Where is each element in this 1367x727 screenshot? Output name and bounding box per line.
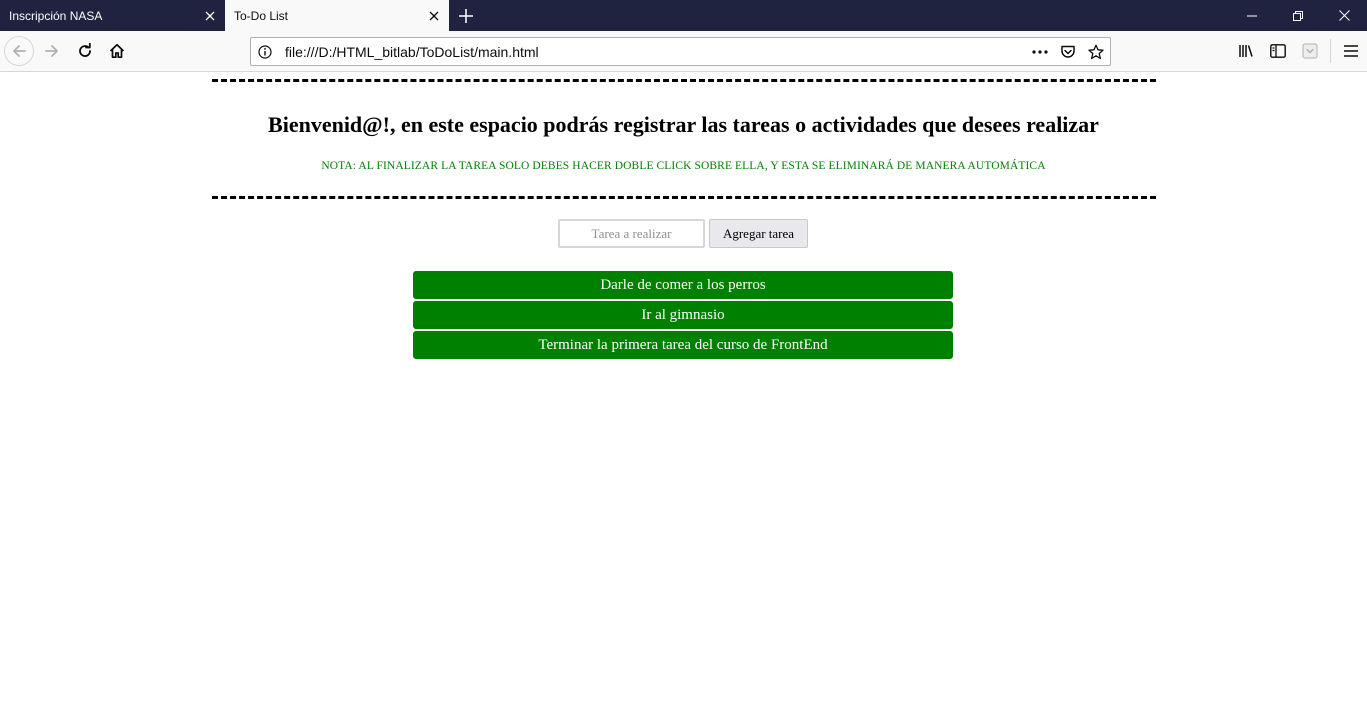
tab-strip: Inscripción NASA To-Do List: [0, 0, 1367, 31]
pocket-toolbar-button[interactable]: [1294, 36, 1326, 66]
ellipsis-icon[interactable]: [1026, 38, 1054, 65]
tab-to-do-list[interactable]: To-Do List: [225, 0, 449, 31]
hamburger-menu-icon: [1344, 45, 1358, 57]
library-icon: [1238, 43, 1254, 59]
forward-button[interactable]: [37, 36, 67, 66]
back-button[interactable]: [4, 36, 34, 66]
minimize-button[interactable]: [1229, 0, 1275, 31]
arrow-right-icon: [44, 43, 60, 59]
add-task-button[interactable]: Agregar tarea: [709, 219, 808, 248]
tab-inscripcion-nasa[interactable]: Inscripción NASA: [0, 0, 225, 31]
home-icon: [109, 43, 125, 59]
tab-title: Inscripción NASA: [9, 8, 103, 23]
star-icon[interactable]: [1082, 38, 1110, 65]
info-icon[interactable]: [251, 38, 279, 65]
minimize-icon: [1247, 15, 1257, 16]
home-button[interactable]: [102, 36, 132, 66]
navigation-toolbar: file:///D:/HTML_bitlab/ToDoList/main.htm…: [0, 31, 1367, 72]
right-toolbar: [1230, 36, 1367, 66]
task-item[interactable]: Darle de comer a los perros: [413, 271, 953, 299]
instruction-note: NOTA: AL FINALIZAR LA TAREA SOLO DEBES H…: [321, 160, 1046, 172]
task-input[interactable]: [558, 219, 705, 248]
task-list: Darle de comer a los perros Ir al gimnas…: [413, 271, 953, 361]
pocket-icon[interactable]: [1054, 38, 1082, 65]
url-bar[interactable]: file:///D:/HTML_bitlab/ToDoList/main.htm…: [250, 37, 1111, 66]
dashed-divider: [212, 79, 1156, 82]
reload-button[interactable]: [70, 36, 100, 66]
url-text[interactable]: file:///D:/HTML_bitlab/ToDoList/main.htm…: [279, 44, 1026, 60]
library-button[interactable]: [1230, 36, 1262, 66]
page-content: Bienvenid@!, en este espacio podrás regi…: [0, 72, 1367, 727]
close-icon: [1338, 10, 1350, 21]
sidebar-icon: [1270, 44, 1286, 58]
close-window-button[interactable]: [1321, 0, 1367, 31]
restore-icon: [1293, 10, 1303, 21]
add-task-form: Agregar tarea: [558, 219, 808, 248]
pocket-icon: [1302, 43, 1318, 59]
close-icon[interactable]: [419, 0, 449, 31]
sidebar-button[interactable]: [1262, 36, 1294, 66]
tab-title: To-Do List: [234, 8, 289, 23]
new-tab-button[interactable]: [450, 0, 482, 31]
window-controls: [1229, 0, 1367, 31]
task-item[interactable]: Terminar la primera tarea del curso de F…: [413, 331, 953, 359]
arrow-left-icon: [11, 43, 27, 59]
dashed-divider: [212, 196, 1156, 199]
url-actions: [1026, 38, 1110, 65]
plus-icon: [459, 8, 473, 23]
menu-button[interactable]: [1335, 36, 1367, 66]
page-title: Bienvenid@!, en este espacio podrás regi…: [268, 112, 1099, 137]
restore-button[interactable]: [1275, 0, 1321, 31]
reload-icon: [77, 43, 93, 59]
task-item[interactable]: Ir al gimnasio: [413, 301, 953, 329]
close-icon[interactable]: [195, 0, 225, 31]
toolbar-separator: [1330, 39, 1331, 63]
